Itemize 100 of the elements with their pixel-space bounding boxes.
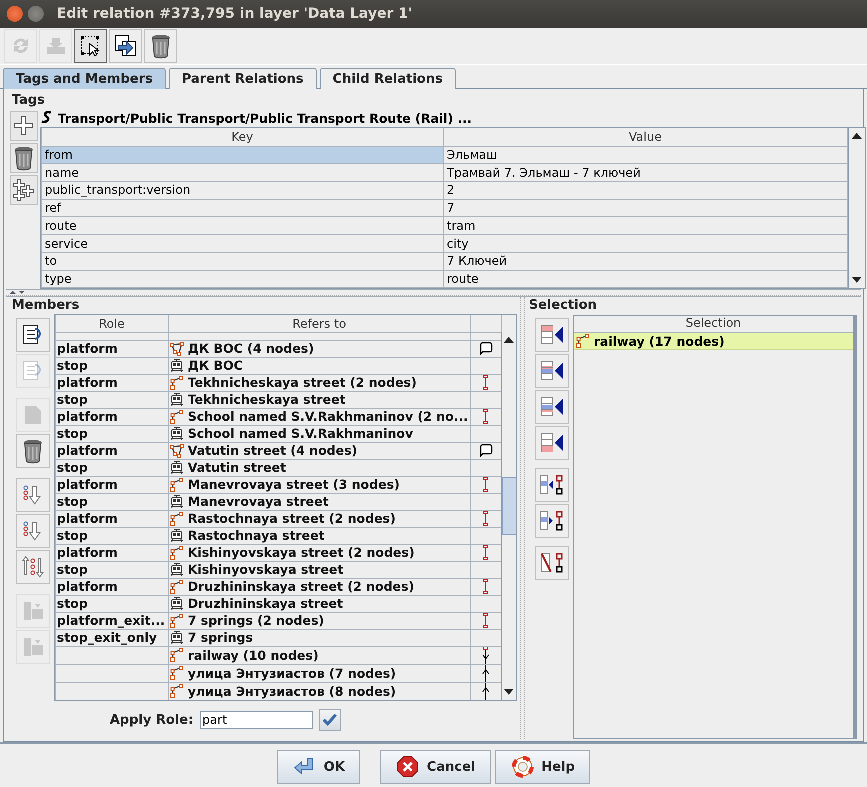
scrollbar[interactable]	[848, 128, 865, 288]
table-cell[interactable]: platform	[56, 476, 168, 494]
table-cell[interactable]: 2	[444, 182, 848, 200]
toolbar-button[interactable]	[109, 29, 142, 64]
table-cell[interactable]: stop	[56, 459, 168, 476]
table-node-icon	[539, 509, 565, 534]
member-name: Druzhininskaya street	[188, 596, 344, 612]
tab[interactable]: Tags and Members	[3, 68, 166, 90]
table-cell[interactable]: service	[42, 234, 444, 252]
preset-name[interactable]: Transport/Public Transport/Public Transport Route (Rail) ...	[58, 110, 472, 126]
table-cell[interactable]: public_transport:version	[42, 182, 444, 200]
lifebuoy-icon	[512, 756, 534, 778]
selection-tool-button[interactable]	[535, 426, 569, 460]
selection-tool-button[interactable]	[535, 546, 569, 580]
table-cell[interactable]: to	[42, 252, 444, 270]
cancel-icon	[397, 756, 420, 778]
apply-button[interactable]	[318, 709, 341, 732]
tab[interactable]: Child Relations	[320, 68, 456, 90]
table-cell[interactable]: platform_exit...	[56, 612, 168, 630]
member-name: Tekhnicheskaya street	[188, 392, 346, 408]
table-cell[interactable]: 7 Ключей	[444, 252, 848, 270]
member-name: Druzhininskaya street (2 nodes)	[188, 579, 414, 594]
table-node-icon	[539, 473, 565, 498]
collapse-arrows-icon[interactable]	[9, 290, 27, 296]
member-name: улица Энтузиастов (8 nodes)	[188, 684, 396, 699]
member-name: Kishinyovskaya street	[188, 562, 344, 578]
tag-tool-button[interactable]	[10, 175, 38, 206]
member-name: Tekhnicheskaya street (2 nodes)	[188, 375, 417, 390]
member-name: Rastochnaya street	[188, 528, 325, 544]
dialog-button[interactable]: Help	[494, 750, 590, 784]
section-title: Tags	[11, 93, 46, 110]
table-cell[interactable]: from	[42, 146, 444, 164]
sort-icon	[21, 555, 45, 580]
table-cell[interactable]: platform	[56, 442, 168, 460]
member-name: railway (10 nodes)	[188, 648, 319, 663]
table-cell[interactable]: stop	[56, 425, 168, 442]
table-cell[interactable]: Трамвай 7. Эльмаш - 7 ключей	[444, 164, 848, 182]
table-cell[interactable]: platform	[56, 374, 168, 392]
arrow-icon	[294, 757, 316, 778]
table-cell[interactable]: platform	[56, 544, 168, 562]
table-cell[interactable]: city	[444, 234, 848, 252]
close-button[interactable]	[7, 6, 23, 22]
selection-tool-button[interactable]	[535, 504, 569, 538]
table-cell[interactable]: stop	[56, 561, 168, 578]
table-cell[interactable]	[56, 682, 168, 700]
table-cell[interactable]: Эльмаш	[444, 146, 848, 164]
toolbar-button[interactable]	[144, 29, 177, 64]
dialog-button[interactable]: Cancel	[380, 750, 491, 784]
member-name: Vatutin street (4 nodes)	[188, 443, 358, 458]
column-header[interactable]: Key	[42, 128, 444, 146]
column-header[interactable]: Role	[56, 315, 168, 332]
minimize-button[interactable]	[28, 6, 44, 22]
tag-tool-button[interactable]	[10, 111, 38, 142]
table-cell[interactable]: type	[42, 270, 444, 288]
toolbar-button[interactable]	[74, 29, 107, 64]
table-cell[interactable]: stop_exit_only	[56, 629, 168, 646]
column-header[interactable]: Value	[444, 128, 848, 146]
member-tool-button[interactable]	[16, 434, 50, 468]
table-cell[interactable]: stop	[56, 357, 168, 374]
window-title: Edit relation #373,795 in layer 'Data Layer 1'	[57, 6, 413, 22]
input-field[interactable]: part	[200, 711, 313, 730]
table-cell[interactable]: route	[444, 270, 848, 288]
table-cell[interactable]	[56, 664, 168, 682]
trash-icon	[12, 145, 36, 172]
table-cell[interactable]: route	[42, 216, 444, 235]
table-cell[interactable]: platform	[56, 340, 168, 358]
member-tool-button[interactable]	[16, 318, 50, 352]
table-cell[interactable]: name	[42, 164, 444, 182]
member-name: Manevrovaya street (3 nodes)	[188, 477, 400, 492]
selection-tool-button[interactable]	[535, 468, 569, 502]
member-name: 7 springs (2 nodes)	[188, 613, 324, 628]
table-cell[interactable]: stop	[56, 527, 168, 544]
table-cell[interactable]: 7	[444, 199, 848, 217]
table-cell[interactable]: stop	[56, 391, 168, 408]
member-name: School named S.V.Rakhmaninov (2 no...	[188, 409, 468, 424]
table-cell[interactable]: stop	[56, 493, 168, 510]
column-header[interactable]: Refers to	[168, 315, 470, 332]
member-name: Kishinyovskaya street (2 nodes)	[188, 545, 415, 560]
selection-tool-button[interactable]	[535, 318, 569, 352]
table-cell[interactable]: ref	[42, 199, 444, 217]
table-arrow-icon	[539, 323, 565, 348]
checkmark-icon	[322, 714, 337, 726]
tab[interactable]: Parent Relations	[168, 68, 317, 90]
table-cell[interactable]	[56, 646, 168, 664]
table-cell[interactable]: platform	[56, 510, 168, 528]
field-label: Apply Role:	[110, 712, 194, 728]
preset-icon	[40, 111, 54, 126]
member-name: улица Энтузиастов (7 nodes)	[188, 666, 396, 681]
table-cell[interactable]: platform	[56, 408, 168, 426]
dialog-button[interactable]: OK	[276, 750, 360, 784]
selection-tool-button[interactable]	[535, 354, 569, 388]
table-cell[interactable]: platform	[56, 578, 168, 596]
member-name: 7 springs	[188, 630, 254, 646]
scrollbar[interactable]	[501, 332, 516, 700]
member-name: Manevrovaya street	[188, 494, 329, 510]
table-cell[interactable]: stop	[56, 595, 168, 612]
selection-tool-button[interactable]	[535, 390, 569, 424]
table-cell[interactable]: tram	[444, 216, 848, 235]
tag-tool-button[interactable]	[10, 143, 38, 174]
list-item[interactable]: railway (17 nodes)	[574, 333, 853, 350]
